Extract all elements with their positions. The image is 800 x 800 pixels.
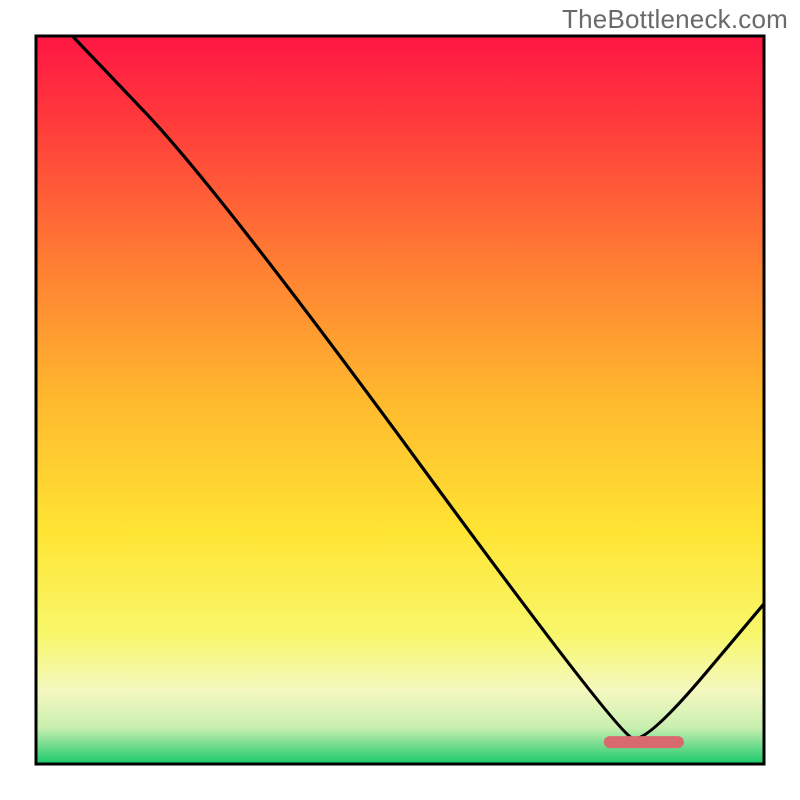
chart-stage: TheBottleneck.com	[0, 0, 800, 800]
bottleneck-chart	[0, 0, 800, 800]
watermark-text: TheBottleneck.com	[562, 4, 788, 35]
gradient-background	[36, 36, 764, 764]
optimum-marker	[604, 736, 684, 748]
